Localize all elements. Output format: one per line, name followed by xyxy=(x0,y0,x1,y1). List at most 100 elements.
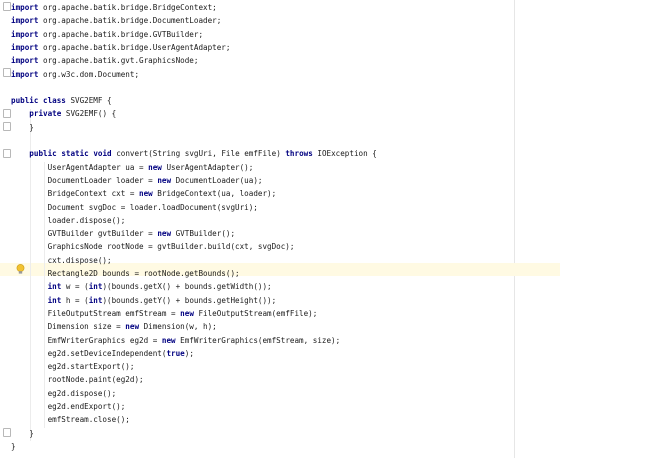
code-token: org.apache.batik.bridge.DocumentLoader; xyxy=(38,16,222,26)
code-line[interactable]: eg2d.dispose(); xyxy=(11,387,117,400)
keyword-token: true xyxy=(166,348,185,358)
code-line[interactable]: eg2d.setDeviceIndependent(true); xyxy=(11,347,194,360)
code-token: h = ( xyxy=(61,295,89,305)
code-line[interactable]: import org.apache.batik.bridge.GVTBuilde… xyxy=(11,28,203,41)
code-token: emfStream.close(); xyxy=(11,415,130,425)
fold-marker-icon[interactable] xyxy=(3,149,11,158)
code-line[interactable]: public static void convert(String svgUri… xyxy=(11,147,377,160)
code-token: UserAgentAdapter(); xyxy=(161,162,254,172)
code-token: FileOutputStream(emfFile); xyxy=(193,308,318,318)
code-line[interactable]: import org.apache.batik.bridge.DocumentL… xyxy=(11,14,221,27)
code-token: SVG2EMF() { xyxy=(61,109,117,119)
keyword-token: int xyxy=(88,282,103,292)
keyword-token: new xyxy=(125,322,140,332)
code-token: GVTBuilder(); xyxy=(171,229,236,239)
code-token: org.apache.batik.gvt.GraphicsNode; xyxy=(38,56,199,66)
code-editor[interactable]: import org.apache.batik.bridge.BridgeCon… xyxy=(0,0,672,458)
keyword-token: import xyxy=(11,16,39,26)
code-token: DocumentLoader(ua); xyxy=(171,175,263,185)
keyword-token: import xyxy=(11,29,39,39)
code-line[interactable]: import org.apache.batik.gvt.GraphicsNode… xyxy=(11,54,198,67)
code-token: w = ( xyxy=(61,282,89,292)
code-line[interactable]: DocumentLoader loader = new DocumentLoad… xyxy=(11,174,263,187)
keyword-token: import xyxy=(11,3,39,12)
code-line[interactable]: UserAgentAdapter ua = new UserAgentAdapt… xyxy=(11,161,254,174)
keyword-token: private xyxy=(29,109,62,119)
code-token: } xyxy=(11,428,34,438)
code-token: DocumentLoader loader = xyxy=(11,175,158,185)
code-token: Rectangle2D bounds = rootNode.getBounds(… xyxy=(11,269,240,278)
code-token: org.apache.batik.bridge.BridgeContext; xyxy=(38,3,217,12)
keyword-token: throws xyxy=(285,149,313,159)
code-line[interactable]: loader.dispose(); xyxy=(11,214,126,227)
keyword-token: import xyxy=(11,42,39,52)
code-line[interactable]: import org.apache.batik.bridge.BridgeCon… xyxy=(11,1,217,14)
keyword-token: int xyxy=(47,282,62,292)
keyword-token: class xyxy=(43,96,66,106)
keyword-token: public xyxy=(29,149,57,159)
right-margin-guide xyxy=(514,0,515,458)
code-token: )(bounds.getY() + bounds.getHeight()); xyxy=(102,295,277,305)
fold-marker-icon[interactable] xyxy=(3,122,11,131)
code-line[interactable]: eg2d.endExport(); xyxy=(11,400,126,413)
keyword-token: new xyxy=(180,308,194,318)
code-line[interactable]: Document svgDoc = loader.loadDocument(sv… xyxy=(11,201,258,214)
code-line[interactable]: Rectangle2D bounds = rootNode.getBounds(… xyxy=(11,267,240,280)
keyword-token: int xyxy=(88,295,103,305)
code-line[interactable]: rootNode.paint(eg2d); xyxy=(11,373,144,386)
keyword-token: int xyxy=(47,295,62,305)
code-line[interactable]: int h = (int)(bounds.getY() + bounds.get… xyxy=(11,294,277,307)
code-token: IOException { xyxy=(312,149,377,159)
code-line[interactable]: } xyxy=(11,440,16,453)
code-line[interactable]: BridgeContext cxt = new BridgeContext(ua… xyxy=(11,187,277,200)
code-line[interactable]: emfStream.close(); xyxy=(11,413,130,426)
fold-marker-icon[interactable] xyxy=(3,109,11,118)
code-line[interactable]: cxt.dispose(); xyxy=(11,254,112,267)
keyword-token: public xyxy=(11,96,39,106)
code-token: eg2d.dispose(); xyxy=(11,388,117,398)
code-line[interactable]: public class SVG2EMF { xyxy=(11,94,112,107)
code-token: cxt.dispose(); xyxy=(11,255,112,265)
code-token: eg2d.setDeviceIndependent( xyxy=(11,348,167,358)
code-token: UserAgentAdapter ua = xyxy=(11,162,149,172)
code-line[interactable]: import org.apache.batik.bridge.UserAgent… xyxy=(11,41,230,54)
code-token: GVTBuilder gvtBuilder = xyxy=(11,229,158,239)
code-line[interactable]: private SVG2EMF() { xyxy=(11,107,116,120)
code-line[interactable]: eg2d.startExport(); xyxy=(11,360,135,373)
code-line[interactable]: Dimension size = new Dimension(w, h); xyxy=(11,320,217,333)
code-token: org.apache.batik.bridge.UserAgentAdapter… xyxy=(38,42,231,52)
code-line[interactable]: int w = (int)(bounds.getX() + bounds.get… xyxy=(11,280,272,293)
code-token: eg2d.endExport(); xyxy=(11,402,126,411)
keyword-token: new xyxy=(157,175,172,185)
keyword-token: void xyxy=(93,149,112,159)
code-line[interactable]: import org.w3c.dom.Document; xyxy=(11,68,139,81)
code-line[interactable]: EmfWriterGraphics eg2d = new EmfWriterGr… xyxy=(11,334,341,347)
code-token: ); xyxy=(184,348,194,358)
fold-marker-icon[interactable] xyxy=(3,2,11,11)
code-token: } xyxy=(11,441,16,451)
code-token: )(bounds.getX() + bounds.getWidth()); xyxy=(102,282,272,292)
code-line[interactable]: } xyxy=(11,121,34,134)
code-token: org.apache.batik.bridge.GVTBuilder; xyxy=(38,29,204,39)
code-token: org.w3c.dom.Document; xyxy=(38,69,140,79)
code-token: SVG2EMF { xyxy=(65,96,112,106)
code-token: rootNode.paint(eg2d); xyxy=(11,375,144,385)
code-line[interactable]: GVTBuilder gvtBuilder = new GVTBuilder()… xyxy=(11,227,235,240)
keyword-token: static xyxy=(61,149,89,159)
fold-marker-icon[interactable] xyxy=(3,428,11,437)
keyword-token: new xyxy=(157,229,172,239)
code-token: GraphicsNode rootNode = gvtBuilder.build… xyxy=(11,242,295,252)
code-line[interactable]: } xyxy=(11,427,34,440)
code-token: FileOutputStream emfStream = xyxy=(11,308,181,318)
code-line[interactable]: GraphicsNode rootNode = gvtBuilder.build… xyxy=(11,240,295,253)
code-token: BridgeContext cxt = xyxy=(11,189,140,199)
fold-marker-icon[interactable] xyxy=(3,68,11,77)
code-token: convert(String svgUri, File emfFile) xyxy=(111,149,286,159)
keyword-token: new xyxy=(139,189,153,199)
code-line[interactable]: FileOutputStream emfStream = new FileOut… xyxy=(11,307,318,320)
keyword-token: import xyxy=(11,56,39,66)
keyword-token: new xyxy=(148,162,162,172)
